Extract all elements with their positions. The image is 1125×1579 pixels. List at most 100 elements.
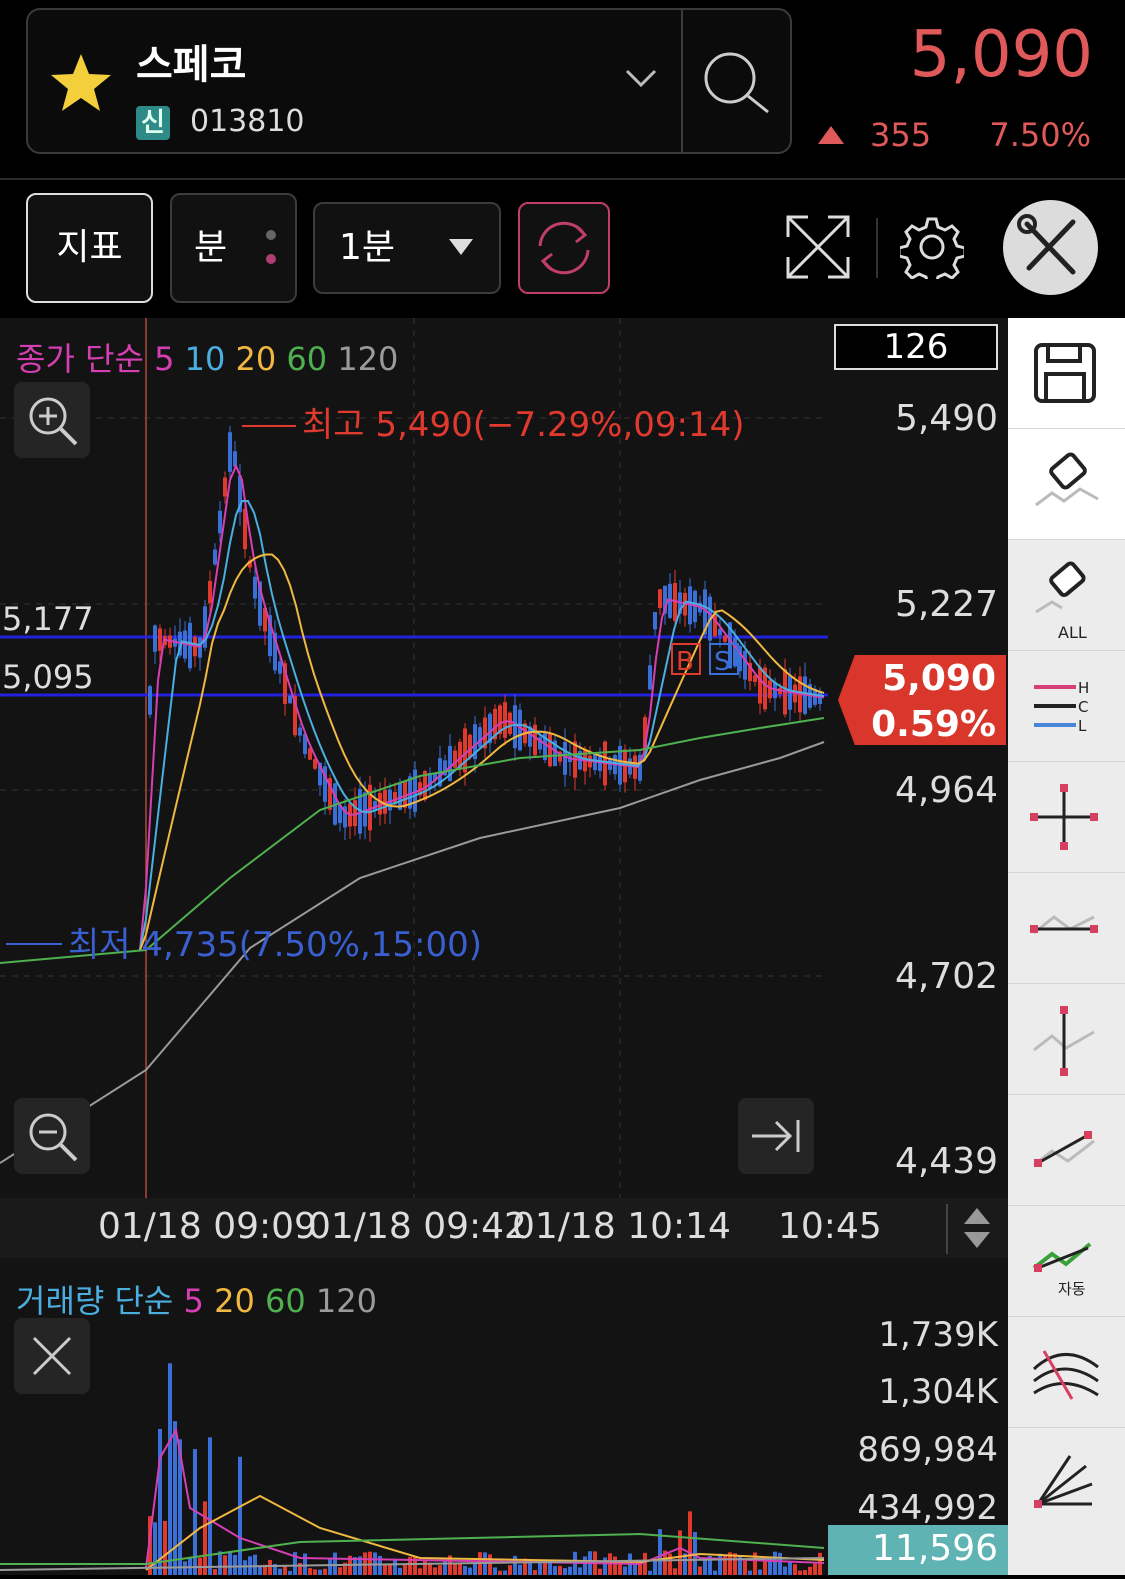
divider <box>0 178 1125 180</box>
fan-arc-tool[interactable] <box>1008 1317 1125 1428</box>
current-price: 5,090 <box>909 18 1093 92</box>
candle <box>548 733 552 767</box>
volume-bar <box>763 1559 767 1575</box>
x-tick-label: 01/18 09:09 <box>98 1206 317 1247</box>
drawing-tools-button[interactable] <box>1003 200 1098 295</box>
volume-bar <box>653 1560 657 1575</box>
volume-bar <box>533 1570 537 1575</box>
visible-count[interactable]: 126 <box>834 324 998 370</box>
candle <box>253 576 257 599</box>
vol-ma-60: 60 <box>264 1282 306 1320</box>
trend-line-tool[interactable] <box>1008 1095 1125 1206</box>
volume-bar <box>223 1555 227 1575</box>
volume-bar <box>438 1565 442 1575</box>
candle <box>288 695 292 704</box>
stock-name: 스페코 <box>136 42 247 88</box>
price-change: 355 <box>870 116 932 154</box>
candle <box>658 589 662 609</box>
auto-trend-tool[interactable]: 자동 <box>1008 1206 1125 1317</box>
volume-bar <box>563 1568 567 1575</box>
candle <box>563 741 567 775</box>
volume-tick-label: 434,992 <box>857 1488 998 1528</box>
volume-bar <box>623 1566 627 1575</box>
price-chart[interactable]: 최고 5,490(−7.29%,09:14) 최저 4,735(7.50%,15:… <box>0 318 828 1198</box>
volume-bar <box>618 1564 622 1575</box>
volume-bar <box>558 1565 562 1575</box>
volume-bar <box>468 1567 472 1575</box>
volume-bar <box>798 1570 802 1575</box>
dropdown-arrow-icon <box>449 239 473 255</box>
volume-bar <box>158 1428 162 1575</box>
volume-bar <box>333 1552 337 1575</box>
stock-code: 013810 <box>190 104 305 139</box>
credit-badge: 신 <box>136 106 170 140</box>
volume-bar <box>648 1570 652 1575</box>
volume-bar <box>518 1564 522 1575</box>
volume-bar <box>278 1568 282 1575</box>
scroll-to-latest-button[interactable] <box>738 1098 814 1174</box>
volume-bar <box>403 1565 407 1575</box>
volume-bar <box>328 1558 332 1575</box>
candle <box>153 625 157 652</box>
volume-bar <box>803 1570 807 1575</box>
vol-ma5-line <box>145 1427 825 1569</box>
vol-ma-5: 5 <box>183 1282 204 1320</box>
zoom-out-button[interactable] <box>14 1098 90 1174</box>
hline-label: 5,177 <box>2 600 94 638</box>
volume-bar <box>238 1456 242 1575</box>
volume-bar <box>283 1565 287 1575</box>
vertical-line-tool[interactable] <box>1008 984 1125 1095</box>
search-icon[interactable] <box>700 48 774 118</box>
up-arrow-icon <box>818 126 844 144</box>
zoom-in-button[interactable] <box>14 382 90 458</box>
refresh-button[interactable] <box>518 202 610 294</box>
ma-legend[interactable]: 종가 단순 5 10 20 60 120 <box>16 334 398 380</box>
expand-icon[interactable] <box>784 213 852 281</box>
settings-icon[interactable] <box>900 215 964 279</box>
candle <box>463 728 467 773</box>
volume-bar <box>703 1558 707 1575</box>
close-volume-button[interactable] <box>14 1318 90 1394</box>
volume-bar <box>443 1560 447 1575</box>
favorite-star-icon[interactable] <box>48 52 114 114</box>
chevron-down-icon[interactable] <box>624 68 658 90</box>
auto-trend-icon: 자동 <box>1032 1242 1092 1298</box>
volume-bar <box>303 1553 307 1575</box>
hline-label: 5,095 <box>2 658 94 696</box>
sell-signal: S <box>714 647 731 677</box>
crosshair-tool[interactable] <box>1008 762 1125 873</box>
low-annotation: 최저 4,735(7.50%,15:00) <box>68 925 482 965</box>
horizontal-line-tool[interactable] <box>1008 873 1125 984</box>
volume-bar <box>688 1511 692 1575</box>
volume-bar <box>633 1563 637 1575</box>
hcl-tool[interactable]: H C L <box>1008 651 1125 762</box>
candle <box>733 637 737 667</box>
candle <box>158 628 162 651</box>
current-price-tag-value: 5,090 <box>882 658 996 699</box>
candle <box>758 667 762 704</box>
eraser-all-tool[interactable]: ALL <box>1008 540 1125 651</box>
ma-legend-prefix: 종가 단순 <box>16 340 144 378</box>
save-tool[interactable] <box>1008 318 1125 429</box>
eraser-tool[interactable] <box>1008 429 1125 540</box>
indicator-button[interactable]: 지표 <box>26 193 153 303</box>
tools-icon <box>1017 214 1076 275</box>
resize-arrows-icon[interactable] <box>962 1206 992 1250</box>
volume-bar <box>718 1553 722 1575</box>
volume-bar <box>713 1570 717 1575</box>
price-change-percent: 7.50% <box>989 116 1091 154</box>
volume-legend[interactable]: 거래량 단순 5 20 60 120 <box>16 1276 377 1322</box>
candle <box>518 709 522 751</box>
ma-60: 60 <box>286 340 328 378</box>
candle <box>208 580 212 604</box>
volume-bar <box>778 1552 782 1575</box>
volume-bar <box>493 1567 497 1575</box>
minute-button[interactable]: 분 <box>170 193 297 303</box>
candle <box>148 686 152 715</box>
zoom-out-icon <box>29 1113 78 1162</box>
volume-bar <box>453 1562 457 1575</box>
volume-bar <box>318 1569 322 1575</box>
candle <box>508 712 512 735</box>
speed-fan-tool[interactable] <box>1008 1428 1125 1539</box>
volume-bar <box>598 1568 602 1575</box>
